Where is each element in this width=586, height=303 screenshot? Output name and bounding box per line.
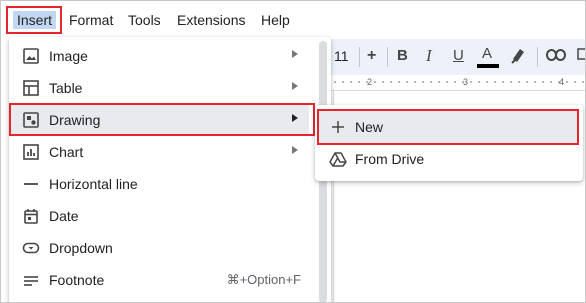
table-icon bbox=[23, 80, 39, 96]
submenu-arrow-icon bbox=[292, 82, 298, 90]
insert-link-icon[interactable] bbox=[546, 49, 566, 61]
toolbar-divider bbox=[387, 47, 388, 67]
menu-item-label: Date bbox=[49, 208, 79, 224]
highlight-color-icon[interactable] bbox=[510, 46, 526, 64]
menu-item-chart[interactable]: Chart bbox=[9, 136, 309, 168]
image-icon bbox=[23, 48, 39, 64]
dropdown-icon bbox=[22, 242, 40, 254]
italic-button[interactable]: I bbox=[426, 46, 432, 66]
menu-item-label: Horizontal line bbox=[49, 176, 138, 192]
menu-format[interactable]: Format bbox=[69, 11, 113, 29]
menu-item-label: Image bbox=[49, 48, 88, 64]
menu-item-label: Chart bbox=[49, 144, 84, 160]
app-window: 11 + B I U A 2 3 4 Insert Format Tools E… bbox=[0, 0, 586, 303]
menu-item-footnote[interactable]: Footnote ⌘+Option+F bbox=[9, 264, 309, 296]
menu-item-dropdown[interactable]: Dropdown bbox=[9, 232, 309, 264]
insert-highlight-box bbox=[6, 6, 62, 34]
new-highlight-box bbox=[317, 109, 579, 145]
ruler-mark-2: 2 bbox=[367, 77, 373, 87]
footnote-icon bbox=[24, 276, 38, 286]
submenu-item-label: From Drive bbox=[355, 151, 425, 167]
menu-item-label: Table bbox=[49, 80, 83, 96]
ruler-mark-3: 3 bbox=[463, 77, 469, 87]
underline-button[interactable]: U bbox=[453, 46, 464, 66]
increase-font-size-button[interactable]: + bbox=[367, 46, 376, 66]
calendar-icon bbox=[24, 209, 38, 224]
menu-help[interactable]: Help bbox=[261, 11, 290, 29]
add-comment-icon[interactable] bbox=[577, 48, 586, 62]
menu-item-table[interactable]: Table bbox=[9, 72, 309, 104]
keyboard-shortcut: ⌘+Option+F bbox=[226, 272, 301, 287]
menu-tools[interactable]: Tools bbox=[128, 11, 161, 29]
ruler-mark-4: 4 bbox=[559, 77, 565, 87]
submenu-arrow-icon bbox=[292, 146, 298, 154]
menu-item-date[interactable]: Date bbox=[9, 200, 309, 232]
font-size-field[interactable]: 11 bbox=[334, 46, 349, 66]
menu-item-label: Dropdown bbox=[49, 240, 113, 256]
horizontal-line-icon bbox=[24, 183, 38, 185]
submenu-item-from-drive[interactable]: From Drive bbox=[317, 143, 579, 175]
drawing-highlight-box bbox=[9, 103, 315, 136]
ruler[interactable] bbox=[301, 75, 585, 91]
toolbar-divider bbox=[359, 47, 360, 67]
submenu-arrow-icon bbox=[292, 50, 298, 58]
menu-item-image[interactable]: Image bbox=[9, 40, 309, 72]
text-color-button[interactable]: A bbox=[477, 43, 499, 69]
toolbar-divider bbox=[537, 47, 538, 67]
text-color-swatch bbox=[477, 64, 499, 68]
google-drive-icon bbox=[329, 152, 347, 167]
menu-item-label: Footnote bbox=[49, 272, 105, 288]
menu-item-horizontal-line[interactable]: Horizontal line bbox=[9, 168, 309, 200]
chart-icon bbox=[23, 144, 39, 160]
menu-extensions[interactable]: Extensions bbox=[177, 11, 245, 29]
bold-button[interactable]: B bbox=[397, 46, 408, 66]
text-color-label: A bbox=[482, 45, 493, 62]
